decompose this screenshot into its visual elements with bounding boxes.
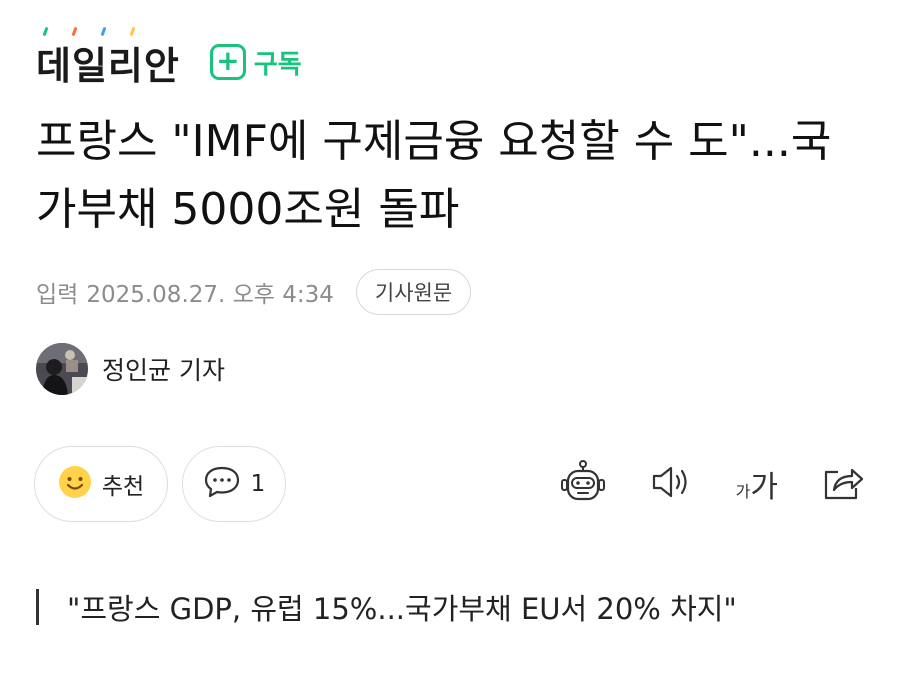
- subheading-text: "프랑스 GDP, 유럽 15%...국가부채 EU서 20% 차지": [67, 592, 737, 626]
- press-name: 데일리안: [36, 43, 180, 88]
- press-logo[interactable]: 데일리안: [36, 26, 180, 90]
- article-meta: 입력 2025.08.27. 오후 4:34 기사원문: [36, 268, 472, 316]
- article-headline: 프랑스 "IMF에 구제금융 요청할 수 도"...국가부채 5000조원 돌파: [36, 116, 832, 235]
- summary-bot-button[interactable]: [560, 460, 606, 508]
- toolbar: 가 가: [560, 460, 866, 508]
- robot-icon: [560, 460, 606, 508]
- input-label: 입력: [36, 282, 79, 308]
- reporter-avatar[interactable]: [36, 343, 88, 395]
- comment-button[interactable]: 1: [182, 446, 286, 522]
- recommend-button[interactable]: 추천: [34, 446, 168, 522]
- original-article-button[interactable]: 기사원문: [355, 269, 472, 315]
- speaker-icon: [650, 462, 692, 506]
- font-size-large: 가: [750, 470, 778, 505]
- font-size-button[interactable]: 가 가: [736, 462, 778, 506]
- logo-dots: [42, 26, 136, 36]
- article-date: 2025.08.27. 오후 4:34: [86, 282, 334, 308]
- share-button[interactable]: [822, 462, 864, 506]
- subheading-bar: [36, 589, 39, 625]
- article-subheading: "프랑스 GDP, 유럽 15%...국가부채 EU서 20% 차지": [36, 582, 737, 632]
- press-header: 데일리안 + 구독: [36, 26, 302, 94]
- subscribe-button[interactable]: + 구독: [209, 44, 302, 81]
- recommend-label: 추천: [101, 474, 145, 500]
- reporter-info[interactable]: 정인균 기자: [36, 342, 225, 396]
- plus-icon: +: [209, 44, 246, 80]
- comment-icon: [203, 465, 241, 503]
- share-icon: [822, 462, 864, 506]
- reporter-name[interactable]: 정인균 기자: [102, 351, 225, 387]
- font-size-small: 가: [735, 482, 751, 501]
- text-to-speech-button[interactable]: [650, 462, 692, 506]
- article-actions: 추천 1 가 가: [34, 446, 866, 522]
- subscribe-label: 구독: [253, 49, 302, 80]
- comment-count: 1: [250, 471, 266, 497]
- smile-icon: [58, 465, 92, 503]
